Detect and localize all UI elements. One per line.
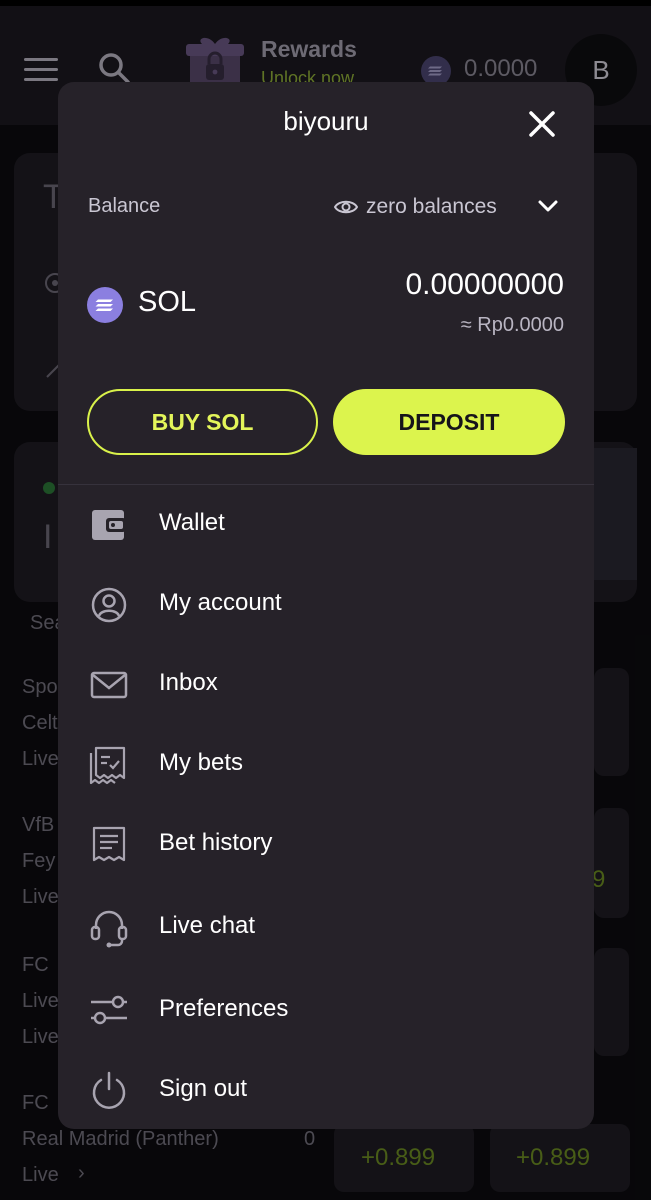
zero-balances-toggle[interactable]: zero balances [334, 192, 497, 222]
menu-item-my-account[interactable]: My account [58, 574, 594, 634]
menu-item-bet-history[interactable]: Bet history [58, 814, 594, 874]
chevron-down-icon[interactable] [536, 194, 560, 218]
menu-item-label: Inbox [159, 669, 218, 696]
divider [58, 484, 594, 485]
my-bets-icon [89, 746, 126, 785]
menu-item-label: Preferences [159, 995, 289, 1022]
menu-item-label: Wallet [159, 509, 225, 536]
zero-balances-label: zero balances [366, 195, 497, 218]
currency-label: SOL [138, 286, 197, 318]
menu-item-inbox[interactable]: Inbox [58, 654, 594, 714]
eye-icon [334, 200, 358, 214]
username: biyouru [283, 106, 369, 136]
balance-label: Balance [88, 195, 161, 217]
headset-icon [90, 910, 128, 948]
menu-item-my-bets[interactable]: My bets [58, 734, 594, 794]
account-icon [91, 587, 127, 623]
account-menu-panel: biyouru Balance zero balances SOL 0.0000… [58, 82, 594, 1129]
deposit-button[interactable]: DEPOSIT [333, 389, 565, 455]
menu-item-label: Live chat [159, 912, 256, 939]
sol-icon [87, 287, 123, 323]
menu-item-wallet[interactable]: Wallet [58, 494, 594, 554]
menu-item-label: My bets [159, 749, 244, 776]
inbox-icon [90, 671, 128, 699]
menu-item-label: Bet history [159, 829, 273, 856]
buy-sol-button[interactable]: BUY SOL [87, 389, 318, 455]
menu-item-label: Sign out [159, 1075, 248, 1102]
sliders-icon [91, 995, 127, 1025]
close-icon[interactable] [524, 106, 560, 142]
balance-amount: 0.00000000 [405, 268, 565, 301]
menu-item-sign-out[interactable]: Sign out [58, 1060, 594, 1120]
page: Rewards Unlock now 0.0000 B T › › I Sea … [0, 0, 651, 1200]
power-icon [92, 1071, 126, 1109]
wallet-icon [92, 510, 126, 540]
menu-item-label: My account [159, 589, 282, 616]
bet-history-icon [92, 826, 126, 862]
balance-fiat: ≈ Rp0.0000 [460, 314, 564, 336]
menu-item-preferences[interactable]: Preferences [58, 980, 594, 1040]
menu-item-live-chat[interactable]: Live chat [58, 897, 594, 957]
